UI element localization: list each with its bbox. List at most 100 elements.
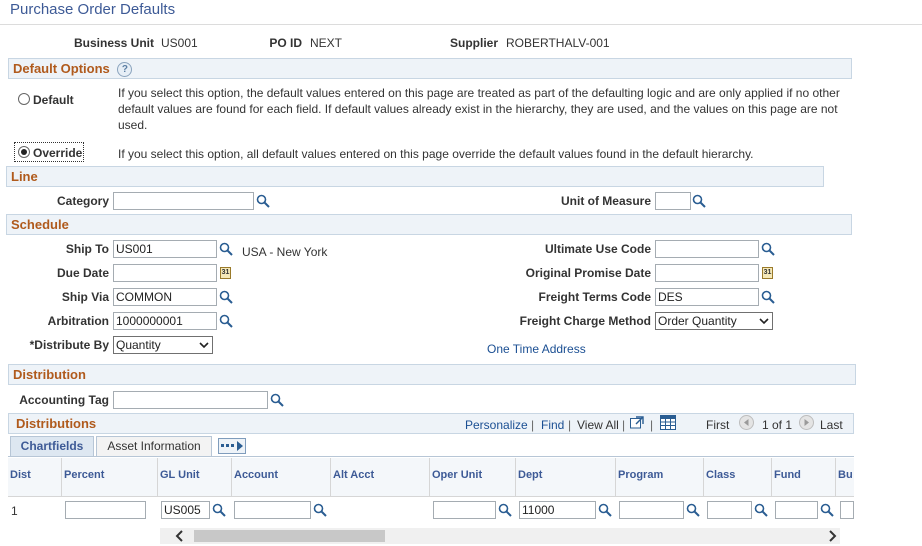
help-icon[interactable]: ? (117, 62, 133, 78)
separator: | (568, 418, 572, 432)
po-id-label: PO ID (269, 36, 302, 50)
category-input[interactable] (113, 192, 254, 210)
accounting-tag-label: Accounting Tag (19, 393, 109, 407)
find-link[interactable]: Find (541, 418, 564, 432)
schedule-title: Schedule (11, 217, 69, 232)
distribute-by-select[interactable]: Quantity (113, 336, 213, 354)
arbitration-lookup-icon[interactable] (219, 314, 233, 328)
freight-terms-input[interactable]: DES (655, 288, 759, 306)
next-arrow-icon[interactable] (799, 415, 814, 430)
percent-input[interactable] (65, 501, 146, 519)
orig-promise-input[interactable] (655, 264, 759, 282)
ship-via-lookup-icon[interactable] (219, 290, 233, 304)
col-fund: Fund (772, 458, 836, 496)
program-input[interactable] (619, 501, 684, 519)
col-oper-unit: Oper Unit (430, 458, 516, 496)
ship-to-label: Ship To (65, 242, 109, 256)
account-input[interactable] (234, 501, 311, 519)
due-date-label: Due Date (56, 266, 109, 280)
due-date-input[interactable] (113, 264, 217, 282)
fund-input[interactable] (775, 501, 818, 519)
col-gl-unit: GL Unit (158, 458, 232, 496)
dept-lookup-icon[interactable] (598, 503, 612, 517)
class-lookup-icon[interactable] (754, 503, 768, 517)
zoom-grid-icon[interactable] (630, 416, 644, 429)
col-account: Account (232, 458, 331, 496)
distributions-title: Distributions (16, 416, 97, 431)
col-dist: Dist (8, 458, 62, 496)
ship-to-description: USA - New York (242, 245, 328, 259)
override-radio[interactable] (18, 146, 30, 158)
freight-terms-lookup-icon[interactable] (761, 290, 775, 304)
business-unit-label: Business Unit (73, 36, 154, 50)
previous-arrow-icon[interactable] (739, 415, 754, 430)
scroll-right-icon[interactable] (826, 530, 838, 542)
separator: | (531, 418, 535, 432)
first-label: First (706, 418, 730, 432)
ultimate-use-input[interactable] (655, 240, 759, 258)
dept-input[interactable]: 11000 (519, 501, 596, 519)
class-input[interactable] (707, 501, 752, 519)
po-id-value: NEXT (310, 36, 343, 50)
distribution-header: Distribution (8, 364, 856, 385)
business-unit-value: US001 (161, 36, 198, 50)
tab-underline (8, 456, 854, 457)
supplier-label: Supplier (449, 36, 498, 50)
supplier-value: ROBERTHALV-001 (506, 36, 610, 50)
ultimate-use-lookup-icon[interactable] (761, 242, 775, 256)
category-label: Category (56, 194, 109, 208)
oper-unit-input[interactable] (433, 501, 496, 519)
program-lookup-icon[interactable] (686, 503, 700, 517)
uom-lookup-icon[interactable] (692, 194, 706, 208)
dist-cell: 1 (11, 504, 18, 518)
freight-charge-value: Order Quantity (658, 314, 737, 328)
override-radio-label[interactable]: Override (33, 146, 82, 160)
scrollbar-thumb[interactable] (194, 530, 385, 542)
ship-via-input[interactable]: COMMON (113, 288, 217, 306)
bu-input[interactable] (840, 501, 854, 519)
show-all-columns-icon[interactable] (218, 438, 246, 454)
oper-unit-lookup-icon[interactable] (498, 503, 512, 517)
accounting-tag-input[interactable] (113, 391, 268, 409)
default-radio[interactable] (18, 93, 30, 105)
tab-asset-information[interactable]: Asset Information (96, 436, 212, 457)
default-radio-label[interactable]: Default (33, 93, 74, 107)
uom-label: Unit of Measure (560, 194, 651, 208)
uom-input[interactable] (655, 192, 691, 210)
category-lookup-icon[interactable] (256, 194, 270, 208)
personalize-link[interactable]: Personalize (465, 418, 528, 432)
ship-to-lookup-icon[interactable] (219, 242, 233, 256)
chevron-down-icon (759, 318, 769, 325)
last-label: Last (820, 418, 843, 432)
tab-chartfields[interactable]: Chartfields (10, 436, 94, 457)
fund-lookup-icon[interactable] (820, 503, 834, 517)
page-title: Purchase Order Defaults (10, 1, 176, 18)
row-range: 1 of 1 (762, 418, 793, 432)
orig-promise-label: Original Promise Date (525, 266, 651, 280)
ship-to-input[interactable]: US001 (113, 240, 217, 258)
distribute-by-label: *Distribute By (29, 338, 109, 352)
override-description: If you select this option, all default v… (118, 147, 754, 161)
scroll-left-icon[interactable] (174, 530, 186, 542)
arbitration-input[interactable]: 1000000001 (113, 312, 217, 330)
ship-via-label: Ship Via (61, 290, 109, 304)
accounting-tag-lookup-icon[interactable] (270, 393, 284, 407)
due-date-calendar-icon[interactable]: 31 (220, 267, 231, 279)
freight-charge-select[interactable]: Order Quantity (655, 312, 773, 330)
gl-unit-input[interactable]: US005 (161, 501, 210, 519)
freight-charge-label: Freight Charge Method (519, 314, 651, 328)
arbitration-label: Arbitration (47, 314, 109, 328)
gl-unit-lookup-icon[interactable] (212, 503, 226, 517)
col-class: Class (704, 458, 772, 496)
title-divider (0, 24, 922, 25)
one-time-address-link[interactable]: One Time Address (487, 342, 586, 356)
col-percent: Percent (62, 458, 158, 496)
schedule-header: Schedule (6, 214, 852, 235)
default-description: If you select this option, the default v… (118, 86, 840, 132)
view-all-link[interactable]: View All (577, 418, 619, 432)
orig-promise-calendar-icon[interactable]: 31 (762, 267, 773, 279)
line-title: Line (11, 169, 38, 184)
account-lookup-icon[interactable] (313, 503, 327, 517)
download-spreadsheet-icon[interactable] (660, 415, 676, 430)
chevron-down-icon (199, 342, 209, 349)
